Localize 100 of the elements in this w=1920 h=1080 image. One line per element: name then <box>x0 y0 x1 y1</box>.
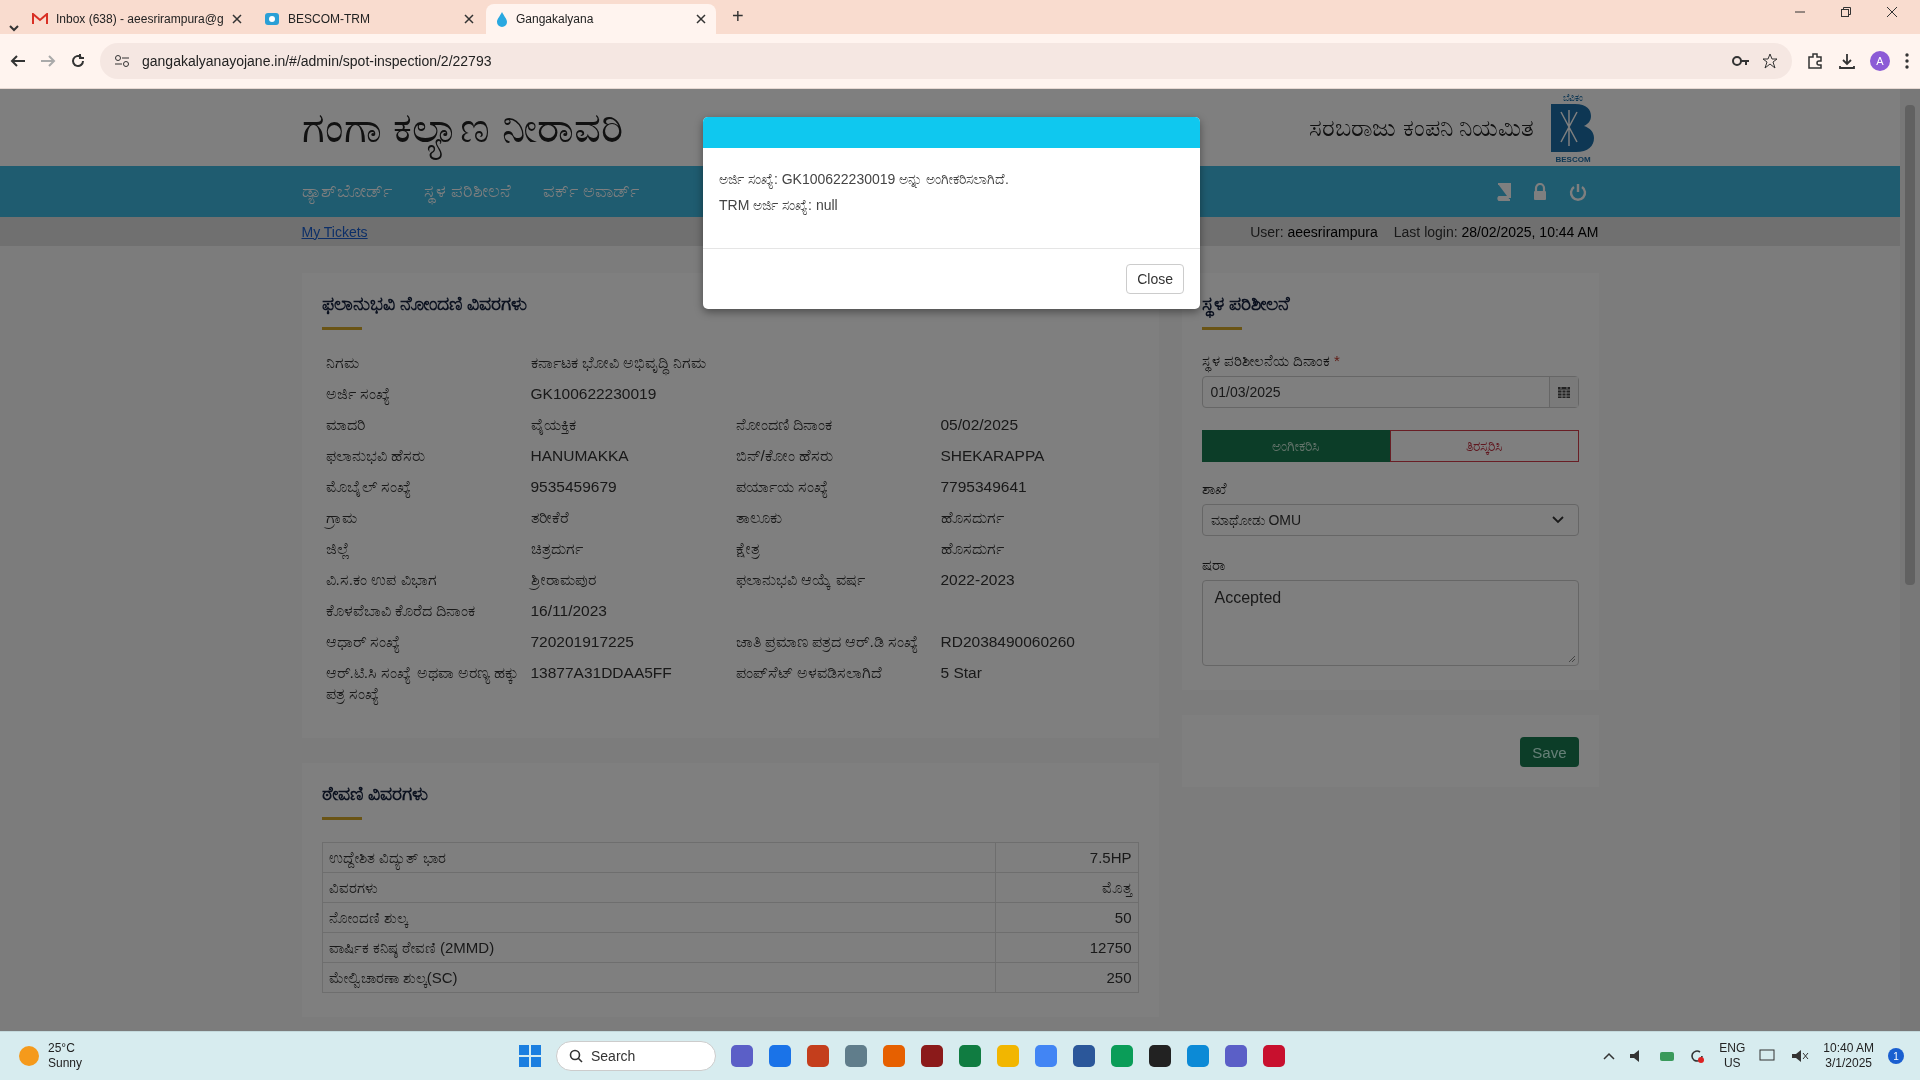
field-label: ಕ್ಷೇತ್ರ <box>735 539 761 559</box>
table-cell: ನೋಂದಣಿ ಶುಲ್ಕ <box>322 902 995 933</box>
field-value: ತರೀಕೆರೆ <box>530 508 570 528</box>
date-field[interactable]: 01/03/2025 <box>1201 376 1579 408</box>
company-name: ಸರಬರಾಜು ಕಂಪನಿ ನಿಯಮಿತ <box>1309 113 1535 142</box>
field-value: 5 Star <box>940 663 983 683</box>
section-title: ಫಲಾನುಭವಿ ನೋಂದಣಿ ವಿವರಗಳು <box>321 293 529 315</box>
app-icon[interactable] <box>1148 1044 1172 1068</box>
field-label: ಅರ್ಜಿ ಸಂಖ್ಯೆ <box>325 383 531 404</box>
site-title: ಗಂಗಾ ಕಲ್ಯಾಣ ನೀರಾವರಿ <box>301 95 623 160</box>
dialog-message: ಅರ್ಜಿ ಸಂಖ್ಯೆ: GK100622230019 ಅನ್ನು ಅಂಗೀಕರಿಸಲಾಗಿದೆ. <box>719 170 1010 191</box>
field-label: ಜಿಲ್ಲೆ <box>325 539 351 559</box>
search-field[interactable]: Search <box>556 1041 716 1071</box>
close-icon[interactable] <box>464 14 474 24</box>
close-icon[interactable] <box>696 14 706 24</box>
app-icon[interactable] <box>1072 1044 1096 1068</box>
menu-icon[interactable] <box>1904 52 1910 70</box>
browser-tab[interactable]: Gangakalyana <box>486 4 716 34</box>
download-icon[interactable] <box>1838 52 1856 70</box>
field-label: ಗ್ರಾಮ <box>325 507 531 528</box>
field-value: ಹೊಸದುರ್ಗ <box>940 508 1005 528</box>
new-tab-button[interactable]: + <box>726 4 750 29</box>
key-icon[interactable] <box>1732 56 1750 66</box>
user-label: User: aeesrirampura <box>1250 223 1378 240</box>
field-value: 05/02/2025 <box>940 415 1020 435</box>
field-value: 2022-2023 <box>940 570 1016 590</box>
table-cell: ಮೇಲ್ವಿಚಾರಣಾ ಶುಲ್ಕ(SC) <box>322 962 995 993</box>
table-cell: ವಿವರಗಳು <box>322 872 995 903</box>
table-cell: ಉದ್ದೇಶಿತ ವಿದ್ಯುತ್ ಭಾರ <box>322 842 995 873</box>
dialog-message: TRM ಅರ್ಜಿ ಸಂಖ್ಯೆ: null <box>719 196 839 217</box>
field-value: ಚಿತ್ರದುರ್ಗ <box>530 539 584 559</box>
extensions-icon[interactable] <box>1806 52 1824 70</box>
start-icon[interactable] <box>518 1044 542 1068</box>
language-indicator[interactable]: ENG US <box>1719 1041 1746 1071</box>
field-value: SHEKARAPPA <box>940 446 1046 466</box>
close-icon[interactable] <box>232 14 242 24</box>
close-button[interactable]: Close <box>1126 264 1184 294</box>
address-bar[interactable]: gangakalyanayojane.in/#/admin/spot-inspection/2/22793 <box>100 43 1792 79</box>
weather-label: Sunny <box>48 1056 83 1071</box>
table-cell: 50 <box>995 902 1138 933</box>
field-value: HANUMAKKA <box>530 446 630 466</box>
remarks-field[interactable]: Accepted <box>1201 580 1579 666</box>
reload-icon[interactable] <box>70 53 86 69</box>
field-value: 7795349641 <box>940 477 1028 497</box>
field-label: ಪರ್ಯಾಯ ಸಂಖ್ಯೆ <box>735 476 941 497</box>
resize-grip-icon[interactable] <box>1567 655 1576 663</box>
temperature-label: 25°C <box>48 1041 76 1056</box>
field-label: ಬಿನ್/ಕೋಂ ಹೆಸರು <box>735 446 835 466</box>
field-label: ಷರಾ <box>1201 556 1226 574</box>
field-label: ಫಲಾನುಭವಿ ಹೆಸರು <box>325 446 426 466</box>
profile-avatar[interactable]: A <box>1870 51 1890 71</box>
field-value: ಕರ್ನಾಟಕ ಭೋವಿ ಅಭಿವೃದ್ಧಿ ನಿಗಮ <box>530 352 736 373</box>
field-value: ಶ್ರೀರಾಮಪುರ <box>530 570 597 590</box>
app-icon[interactable] <box>920 1044 944 1068</box>
field-label: ನಿಗಮ <box>325 353 360 373</box>
chevron-up-icon[interactable] <box>1603 1052 1616 1060</box>
field-label: ಆರ್.ಟಿ.ಸಿ ಸಂಖ್ಯೆ ಅಥವಾ ಅರಣ್ಯ ಹಕ್ಕು ಪತ್ರ ಸಂಖ್ಯೆ <box>325 662 531 704</box>
decision-button[interactable]: ತಿರಸ್ಕರಿಸಿ <box>1390 430 1579 462</box>
calendar-icon[interactable] <box>1556 385 1571 399</box>
sync-icon[interactable] <box>1689 1048 1706 1064</box>
close-icon[interactable] <box>1886 6 1898 18</box>
field-label: ಮೊಬೈಲ್ ಸಂಖ್ಯೆ <box>325 476 531 497</box>
search-icon <box>569 1049 583 1063</box>
field-value: 9535459679 <box>530 477 618 497</box>
browser-tab[interactable]: Inbox (638) - aeesrirampura@g <box>22 4 252 34</box>
monitor-icon[interactable] <box>1759 1049 1778 1063</box>
star-icon[interactable] <box>1762 53 1778 69</box>
field-value: 13877A31DDAA5FF <box>530 663 673 683</box>
save-button[interactable]: Save <box>1520 737 1579 767</box>
last-login-label: Last login: 28/02/2025, 10:44 AM <box>1393 223 1599 240</box>
favicon-icon <box>496 11 508 27</box>
chevron-down-icon[interactable] <box>1551 516 1564 524</box>
table-cell: 12750 <box>995 932 1138 963</box>
field-label: ಜಾತಿ ಪ್ರಮಾಣ ಪತ್ರದ ಆರ್.ಡಿ ಸಂಖ್ಯೆ <box>735 631 941 652</box>
my-tickets-link[interactable]: My Tickets <box>301 223 368 240</box>
decision-button[interactable]: ಅಂಗೀಕರಿಸಿ <box>1201 430 1390 462</box>
mute-icon[interactable] <box>1791 1049 1810 1063</box>
browser-tab[interactable]: BESCOM-TRM <box>254 4 484 34</box>
field-label: ಶಾಖೆ <box>1201 480 1228 498</box>
favicon-icon <box>264 12 280 26</box>
field-value: GK100622230019 <box>530 384 658 404</box>
field-label: ಫಲಾನುಭವಿ ಆಯ್ಕೆ ವರ್ಷ <box>735 570 867 590</box>
field-value: RD2038490060260 <box>940 632 1076 652</box>
scrollbar[interactable] <box>1900 89 1920 1031</box>
branch-select[interactable]: ಮಾಥೋಡು OMU <box>1201 504 1579 536</box>
table-cell: 250 <box>995 962 1138 993</box>
clock[interactable]: 10:40 AM 3/1/2025 <box>1823 1041 1874 1071</box>
field-label: ಪಂಪ್‌ಸೆಟ್ ಅಳವಡಿಸಲಾಗಿದೆ <box>735 663 883 683</box>
back-icon[interactable] <box>10 53 26 69</box>
favicon-icon <box>32 13 48 25</box>
field-label: ತಾಲೂಕು <box>735 508 783 528</box>
field-value: 720201917225 <box>530 632 635 652</box>
notification-badge[interactable]: 1 <box>1888 1048 1904 1064</box>
tab-list-icon[interactable] <box>8 22 20 34</box>
site-settings-icon[interactable] <box>114 54 130 68</box>
field-label: ಆಧಾರ್ ಸಂಖ್ಯೆ <box>325 631 531 652</box>
section-title: ಠೇವಣಿ ವಿವರಗಳು <box>321 783 429 805</box>
restore-icon[interactable] <box>1840 6 1852 18</box>
field-value: 16/11/2023 <box>530 601 608 621</box>
field-label: ಮಾದರಿ <box>325 415 366 435</box>
